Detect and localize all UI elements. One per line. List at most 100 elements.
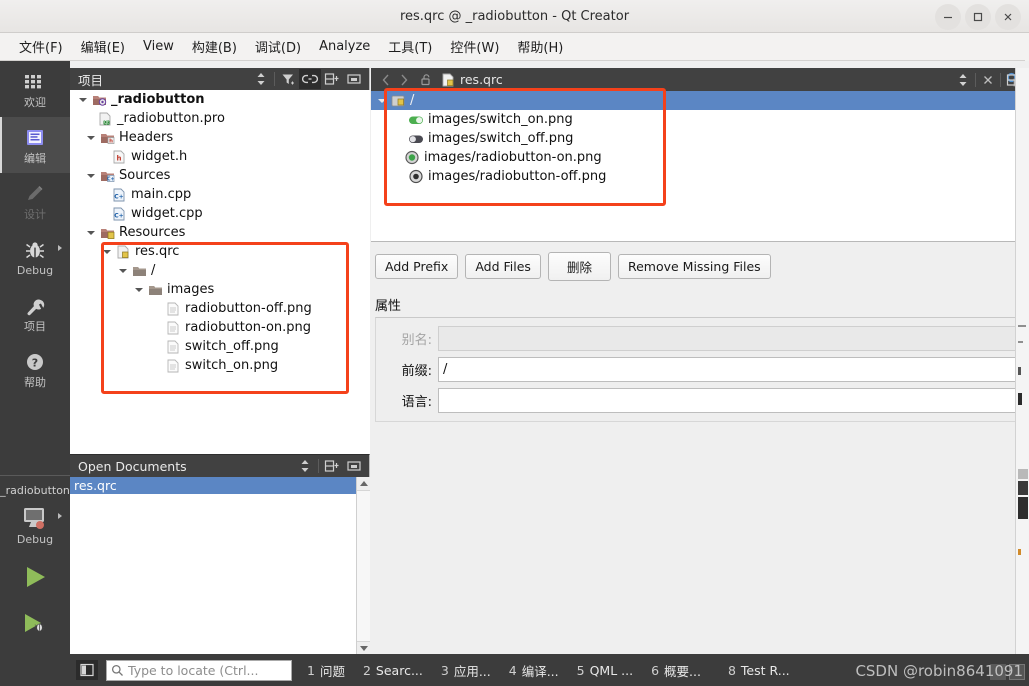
menu-help[interactable]: 帮助(H)	[508, 34, 572, 59]
mode-edit[interactable]: 编辑	[0, 117, 70, 173]
open-documents-title: Open Documents	[78, 458, 187, 474]
resource-tree-view[interactable]: / images/switch_on.png images/switch_off…	[371, 91, 1029, 242]
remove-missing-files-button[interactable]: Remove Missing Files	[617, 254, 771, 279]
status-pane-compile-output[interactable]: 4 编译...	[500, 661, 568, 680]
sync-selection-icon[interactable]	[250, 69, 272, 89]
tree-item-main-cpp[interactable]: C+ main.cpp	[70, 185, 370, 204]
open-documents-list[interactable]: res.qrc	[70, 477, 370, 655]
mode-debug-arrow-icon[interactable]	[58, 245, 62, 251]
mode-edit-label: 编辑	[24, 152, 46, 165]
project-tree[interactable]: _radiobutton Qt _radiobutton.pro h Heade…	[70, 90, 370, 454]
tree-item-switch-on[interactable]: switch_on.png	[70, 356, 370, 375]
mode-design[interactable]: 设计	[0, 173, 70, 229]
scroll-down-icon[interactable]	[357, 641, 370, 655]
close-icon[interactable]	[995, 3, 1021, 30]
resource-file-row[interactable]: images/switch_on.png	[371, 110, 1029, 129]
menu-view[interactable]: View	[134, 36, 183, 57]
tree-item-widget-h[interactable]: h widget.h	[70, 147, 370, 166]
debug-button[interactable]	[0, 601, 70, 647]
tree-item-prefix-root[interactable]: /	[70, 261, 370, 280]
chevron-down-icon[interactable]	[132, 280, 146, 299]
back-arrow-icon[interactable]	[377, 70, 395, 90]
add-prefix-button[interactable]: Add Prefix	[375, 254, 459, 279]
editor-area: res.qrc / images/switch_on.png images/sw…	[371, 68, 1029, 654]
status-pane-application-output[interactable]: 3 应用...	[432, 661, 500, 680]
menu-build[interactable]: 构建(B)	[183, 34, 246, 59]
editor-file-chip[interactable]: res.qrc	[441, 72, 503, 87]
close-panel-icon[interactable]	[343, 69, 365, 89]
menu-analyze[interactable]: Analyze	[310, 36, 379, 57]
split-icon[interactable]	[321, 456, 343, 476]
svg-text:C+: C+	[114, 212, 123, 219]
alias-field[interactable]	[438, 326, 1020, 351]
status-pane-overview[interactable]: 6 概要...	[642, 661, 710, 680]
minimize-icon[interactable]	[935, 3, 961, 30]
delete-button[interactable]: 删除	[547, 252, 611, 281]
sync-selection-icon[interactable]	[294, 456, 316, 476]
resource-file-row[interactable]: images/switch_off.png	[371, 129, 1029, 148]
scroll-up-icon[interactable]	[357, 477, 370, 491]
mode-welcome[interactable]: 欢迎	[0, 61, 70, 117]
tree-item-headers[interactable]: h Headers	[70, 128, 370, 147]
menu-debug[interactable]: 调试(D)	[246, 34, 310, 59]
mode-projects[interactable]: 项目	[0, 285, 70, 341]
menubar-right-filler	[1025, 33, 1029, 61]
tree-label: radiobutton-off.png	[185, 301, 312, 316]
tree-item-project[interactable]: _radiobutton	[70, 90, 370, 109]
menu-bar: 文件(F) 编辑(E) View 构建(B) 调试(D) Analyze 工具(…	[0, 33, 1029, 61]
tree-item-resources[interactable]: Resources	[70, 223, 370, 242]
kit-selector[interactable]: Debug	[0, 499, 70, 553]
mode-debug[interactable]: Debug	[0, 229, 70, 285]
maximize-icon[interactable]	[965, 3, 991, 30]
status-pane-problems[interactable]: 1 问题	[298, 661, 354, 680]
status-pane-qml-debugger[interactable]: 5 QML ...	[568, 663, 642, 678]
chevron-down-icon[interactable]	[84, 223, 98, 242]
chevron-down-icon[interactable]	[76, 90, 90, 109]
tree-item-res-qrc[interactable]: res.qrc	[70, 242, 370, 261]
list-item[interactable]: res.qrc	[70, 477, 370, 494]
tree-item-pro-file[interactable]: Qt _radiobutton.pro	[70, 109, 370, 128]
resource-prefix-row[interactable]: /	[371, 91, 1029, 110]
toggle-sidebar-icon[interactable]	[76, 660, 98, 680]
tree-item-switch-off[interactable]: switch_off.png	[70, 337, 370, 356]
mode-help[interactable]: ? 帮助	[0, 341, 70, 397]
unlocked-icon[interactable]	[417, 70, 435, 90]
forward-arrow-icon[interactable]	[395, 70, 413, 90]
resource-prefix-label: /	[410, 93, 415, 108]
chevron-down-icon[interactable]	[84, 128, 98, 147]
add-files-button[interactable]: Add Files	[465, 254, 541, 279]
status-pane-test-results[interactable]: 8 Test R...	[710, 663, 799, 678]
chevron-down-icon[interactable]	[375, 91, 389, 110]
chevron-down-icon[interactable]	[116, 261, 130, 280]
headers-folder-icon: h	[98, 128, 116, 147]
search-input[interactable]: Type to locate (Ctrl...	[106, 659, 292, 681]
tree-item-widget-cpp[interactable]: C+ widget.cpp	[70, 204, 370, 223]
menu-window[interactable]: 控件(W)	[441, 34, 508, 59]
run-button[interactable]	[0, 553, 70, 601]
split-icon[interactable]	[321, 69, 343, 89]
link-with-editor-icon[interactable]	[299, 69, 321, 89]
tree-item-sources[interactable]: C+ Sources	[70, 166, 370, 185]
chevron-down-icon[interactable]	[100, 242, 114, 261]
updown-icon[interactable]	[953, 70, 973, 90]
resource-file-row[interactable]: images/radiobutton-off.png	[371, 167, 1029, 186]
chevron-down-icon[interactable]	[84, 166, 98, 185]
pane-number: 1	[307, 662, 315, 678]
prefix-field[interactable]: /	[438, 357, 1020, 382]
tree-item-images-folder[interactable]: images	[70, 280, 370, 299]
menu-file[interactable]: 文件(F)	[10, 34, 72, 59]
close-icon[interactable]	[978, 70, 998, 90]
open-documents-scrollbar[interactable]	[356, 477, 370, 655]
menu-edit[interactable]: 编辑(E)	[72, 34, 134, 59]
menu-tools[interactable]: 工具(T)	[379, 34, 441, 59]
resource-file-label: images/switch_off.png	[428, 131, 574, 146]
resource-file-row[interactable]: images/radiobutton-on.png	[371, 148, 1029, 167]
close-panel-icon[interactable]	[343, 456, 365, 476]
status-pane-search[interactable]: 2 Searc...	[354, 663, 432, 678]
tree-item-radiobutton-on[interactable]: radiobutton-on.png	[70, 318, 370, 337]
editor-overview-strip[interactable]	[1015, 68, 1029, 654]
filter-icon[interactable]	[277, 69, 299, 89]
language-field[interactable]	[438, 388, 1020, 413]
tree-item-radiobutton-off[interactable]: radiobutton-off.png	[70, 299, 370, 318]
kit-arrow-icon[interactable]	[58, 513, 62, 519]
